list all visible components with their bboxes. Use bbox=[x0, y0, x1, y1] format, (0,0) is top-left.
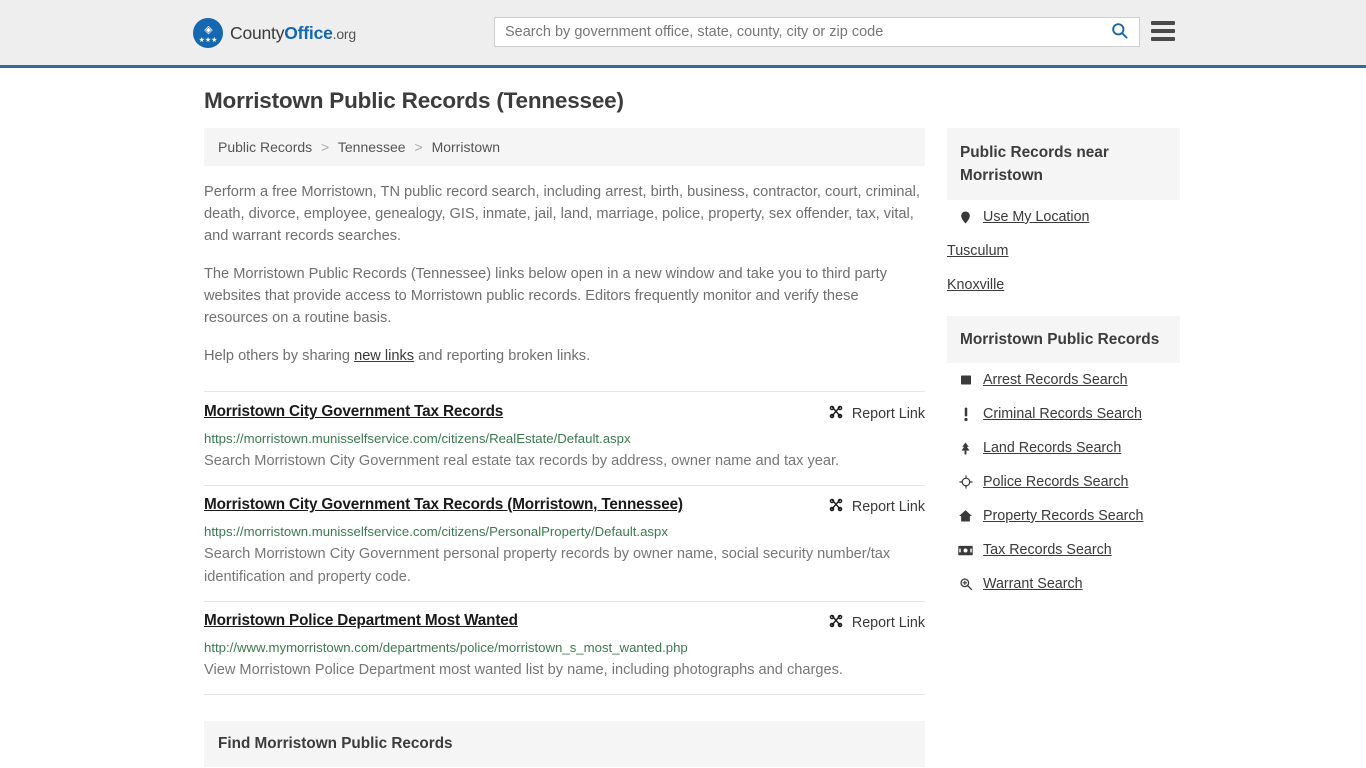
sidebar-records-label[interactable]: Warrant Search bbox=[983, 576, 1083, 592]
eagle-seal-icon: ◈ ★★★ bbox=[193, 18, 223, 48]
sidebar-item-knoxville[interactable]: Knoxville bbox=[947, 268, 1180, 302]
report-link-label: Report Link bbox=[851, 615, 925, 631]
result-url: https://morristown.munisselfservice.com/… bbox=[204, 431, 631, 446]
hamburger-bar bbox=[1151, 21, 1175, 25]
results-list: Morristown City Government Tax Records R… bbox=[204, 391, 925, 695]
result-item: Morristown Police Department Most Wanted… bbox=[204, 602, 925, 695]
fingerprint-icon bbox=[958, 373, 973, 388]
intro-paragraph-2: The Morristown Public Records (Tennessee… bbox=[204, 266, 888, 326]
breadcrumb-item-morristown[interactable]: Morristown bbox=[432, 139, 500, 155]
main-column: Public Records > Tennessee > Morristown … bbox=[204, 128, 925, 768]
sidebar-records-label[interactable]: Land Records Search bbox=[983, 440, 1121, 456]
new-links-link[interactable]: new links bbox=[354, 348, 414, 364]
sidebar-near-list: Use My Location Tusculum Knoxville bbox=[947, 200, 1180, 302]
map-pin-icon bbox=[958, 210, 973, 225]
breadcrumb: Public Records > Tennessee > Morristown bbox=[204, 128, 925, 166]
result-header: Morristown City Government Tax Records R… bbox=[204, 403, 925, 424]
breadcrumb-separator: > bbox=[321, 139, 330, 155]
result-item: Morristown City Government Tax Records R… bbox=[204, 391, 925, 486]
broken-link-icon bbox=[828, 497, 844, 517]
result-description: View Morristown Police Department most w… bbox=[204, 662, 843, 678]
intro-paragraph-3: Help others by sharing new links and rep… bbox=[204, 345, 925, 367]
result-description: Search Morristown City Government person… bbox=[204, 546, 891, 585]
page-title: Morristown Public Records (Tennessee) bbox=[204, 88, 624, 113]
sidebar-records-label[interactable]: Police Records Search bbox=[983, 474, 1128, 490]
sidebar-near-label[interactable]: Use My Location bbox=[983, 209, 1089, 225]
sidebar-records-label[interactable]: Tax Records Search bbox=[983, 542, 1112, 558]
intro-p3-after: and reporting broken links. bbox=[414, 348, 591, 364]
sidebar-records-label[interactable]: Criminal Records Search bbox=[983, 406, 1142, 422]
breadcrumb-item-public-records[interactable]: Public Records bbox=[218, 139, 312, 155]
sidebar-near-label[interactable]: Tusculum bbox=[947, 243, 1008, 259]
search-bar bbox=[494, 17, 1140, 47]
sidebar-records-label[interactable]: Arrest Records Search bbox=[983, 372, 1128, 388]
sidebar-item-police-records-search[interactable]: Police Records Search bbox=[947, 465, 1180, 499]
magnifier-plus-icon bbox=[958, 577, 973, 592]
result-title-link[interactable]: Morristown Police Department Most Wanted bbox=[204, 612, 828, 630]
broken-link-icon bbox=[828, 613, 844, 633]
hamburger-menu-icon[interactable] bbox=[1151, 21, 1175, 41]
breadcrumb-item-tennessee[interactable]: Tennessee bbox=[338, 139, 406, 155]
result-url: https://morristown.munisselfservice.com/… bbox=[204, 524, 668, 539]
report-link-button[interactable]: Report Link bbox=[828, 612, 925, 633]
sidebar-near-label[interactable]: Knoxville bbox=[947, 277, 1004, 293]
exclamation-icon bbox=[958, 407, 973, 422]
hamburger-bar bbox=[1151, 37, 1175, 41]
sidebar-item-tusculum[interactable]: Tusculum bbox=[947, 234, 1180, 268]
sidebar-item-land-records-search[interactable]: Land Records Search bbox=[947, 431, 1180, 465]
brand-office-text: Office bbox=[284, 22, 333, 43]
breadcrumb-separator: > bbox=[414, 139, 423, 155]
site-logo-link[interactable]: ◈ ★★★ CountyOffice.org bbox=[193, 18, 356, 48]
intro-paragraph-1: Perform a free Morristown, TN public rec… bbox=[204, 184, 920, 244]
brand-wordmark: CountyOffice.org bbox=[230, 23, 356, 44]
sidebar-records-list: Arrest Records Search Criminal Records S… bbox=[947, 363, 1180, 601]
sidebar-item-criminal-records-search[interactable]: Criminal Records Search bbox=[947, 397, 1180, 431]
brand-org-text: .org bbox=[332, 25, 357, 42]
report-link-label: Report Link bbox=[851, 499, 925, 515]
site-header: ◈ ★★★ CountyOffice.org bbox=[0, 0, 1366, 68]
result-title-link[interactable]: Morristown City Government Tax Records bbox=[204, 403, 828, 421]
result-header: Morristown Police Department Most Wanted… bbox=[204, 612, 925, 633]
house-icon bbox=[958, 509, 973, 524]
search-icon bbox=[1110, 21, 1129, 43]
broken-link-icon bbox=[828, 404, 844, 424]
result-description: Search Morristown City Government real e… bbox=[204, 453, 840, 469]
sidebar-item-warrant-search[interactable]: Warrant Search bbox=[947, 567, 1180, 601]
report-link-button[interactable]: Report Link bbox=[828, 496, 925, 517]
sidebar-item-tax-records-search[interactable]: Tax Records Search bbox=[947, 533, 1180, 567]
sidebar-item-arrest-records-search[interactable]: Arrest Records Search bbox=[947, 363, 1180, 397]
sidebar: Public Records near Morristown Use My Lo… bbox=[947, 128, 1180, 768]
police-badge-icon bbox=[958, 475, 973, 490]
intro-text: Perform a free Morristown, TN public rec… bbox=[204, 181, 925, 367]
sidebar-item-property-records-search[interactable]: Property Records Search bbox=[947, 499, 1180, 533]
result-item: Morristown City Government Tax Records (… bbox=[204, 486, 925, 602]
find-records-heading: Find Morristown Public Records bbox=[204, 721, 925, 767]
report-link-label: Report Link bbox=[851, 406, 925, 422]
search-input[interactable] bbox=[495, 18, 1099, 46]
report-link-button[interactable]: Report Link bbox=[828, 403, 925, 424]
money-bill-icon bbox=[958, 543, 973, 558]
result-title-link[interactable]: Morristown City Government Tax Records (… bbox=[204, 496, 828, 514]
search-button[interactable] bbox=[1099, 18, 1139, 46]
sidebar-records-heading: Morristown Public Records bbox=[947, 316, 1180, 363]
sidebar-near-heading: Public Records near Morristown bbox=[947, 128, 1180, 200]
tree-icon bbox=[958, 441, 973, 456]
page-body: Morristown Public Records (Tennessee) Pu… bbox=[0, 88, 1366, 768]
result-header: Morristown City Government Tax Records (… bbox=[204, 496, 925, 517]
brand-county-text: County bbox=[230, 22, 285, 43]
content-columns: Public Records > Tennessee > Morristown … bbox=[0, 128, 1366, 768]
sidebar-records-label[interactable]: Property Records Search bbox=[983, 508, 1144, 524]
intro-p3-before: Help others by sharing bbox=[204, 348, 355, 364]
result-url: http://www.mymorristown.com/departments/… bbox=[204, 640, 688, 655]
hamburger-bar bbox=[1151, 29, 1175, 33]
sidebar-item-use-my-location[interactable]: Use My Location bbox=[947, 200, 1180, 234]
